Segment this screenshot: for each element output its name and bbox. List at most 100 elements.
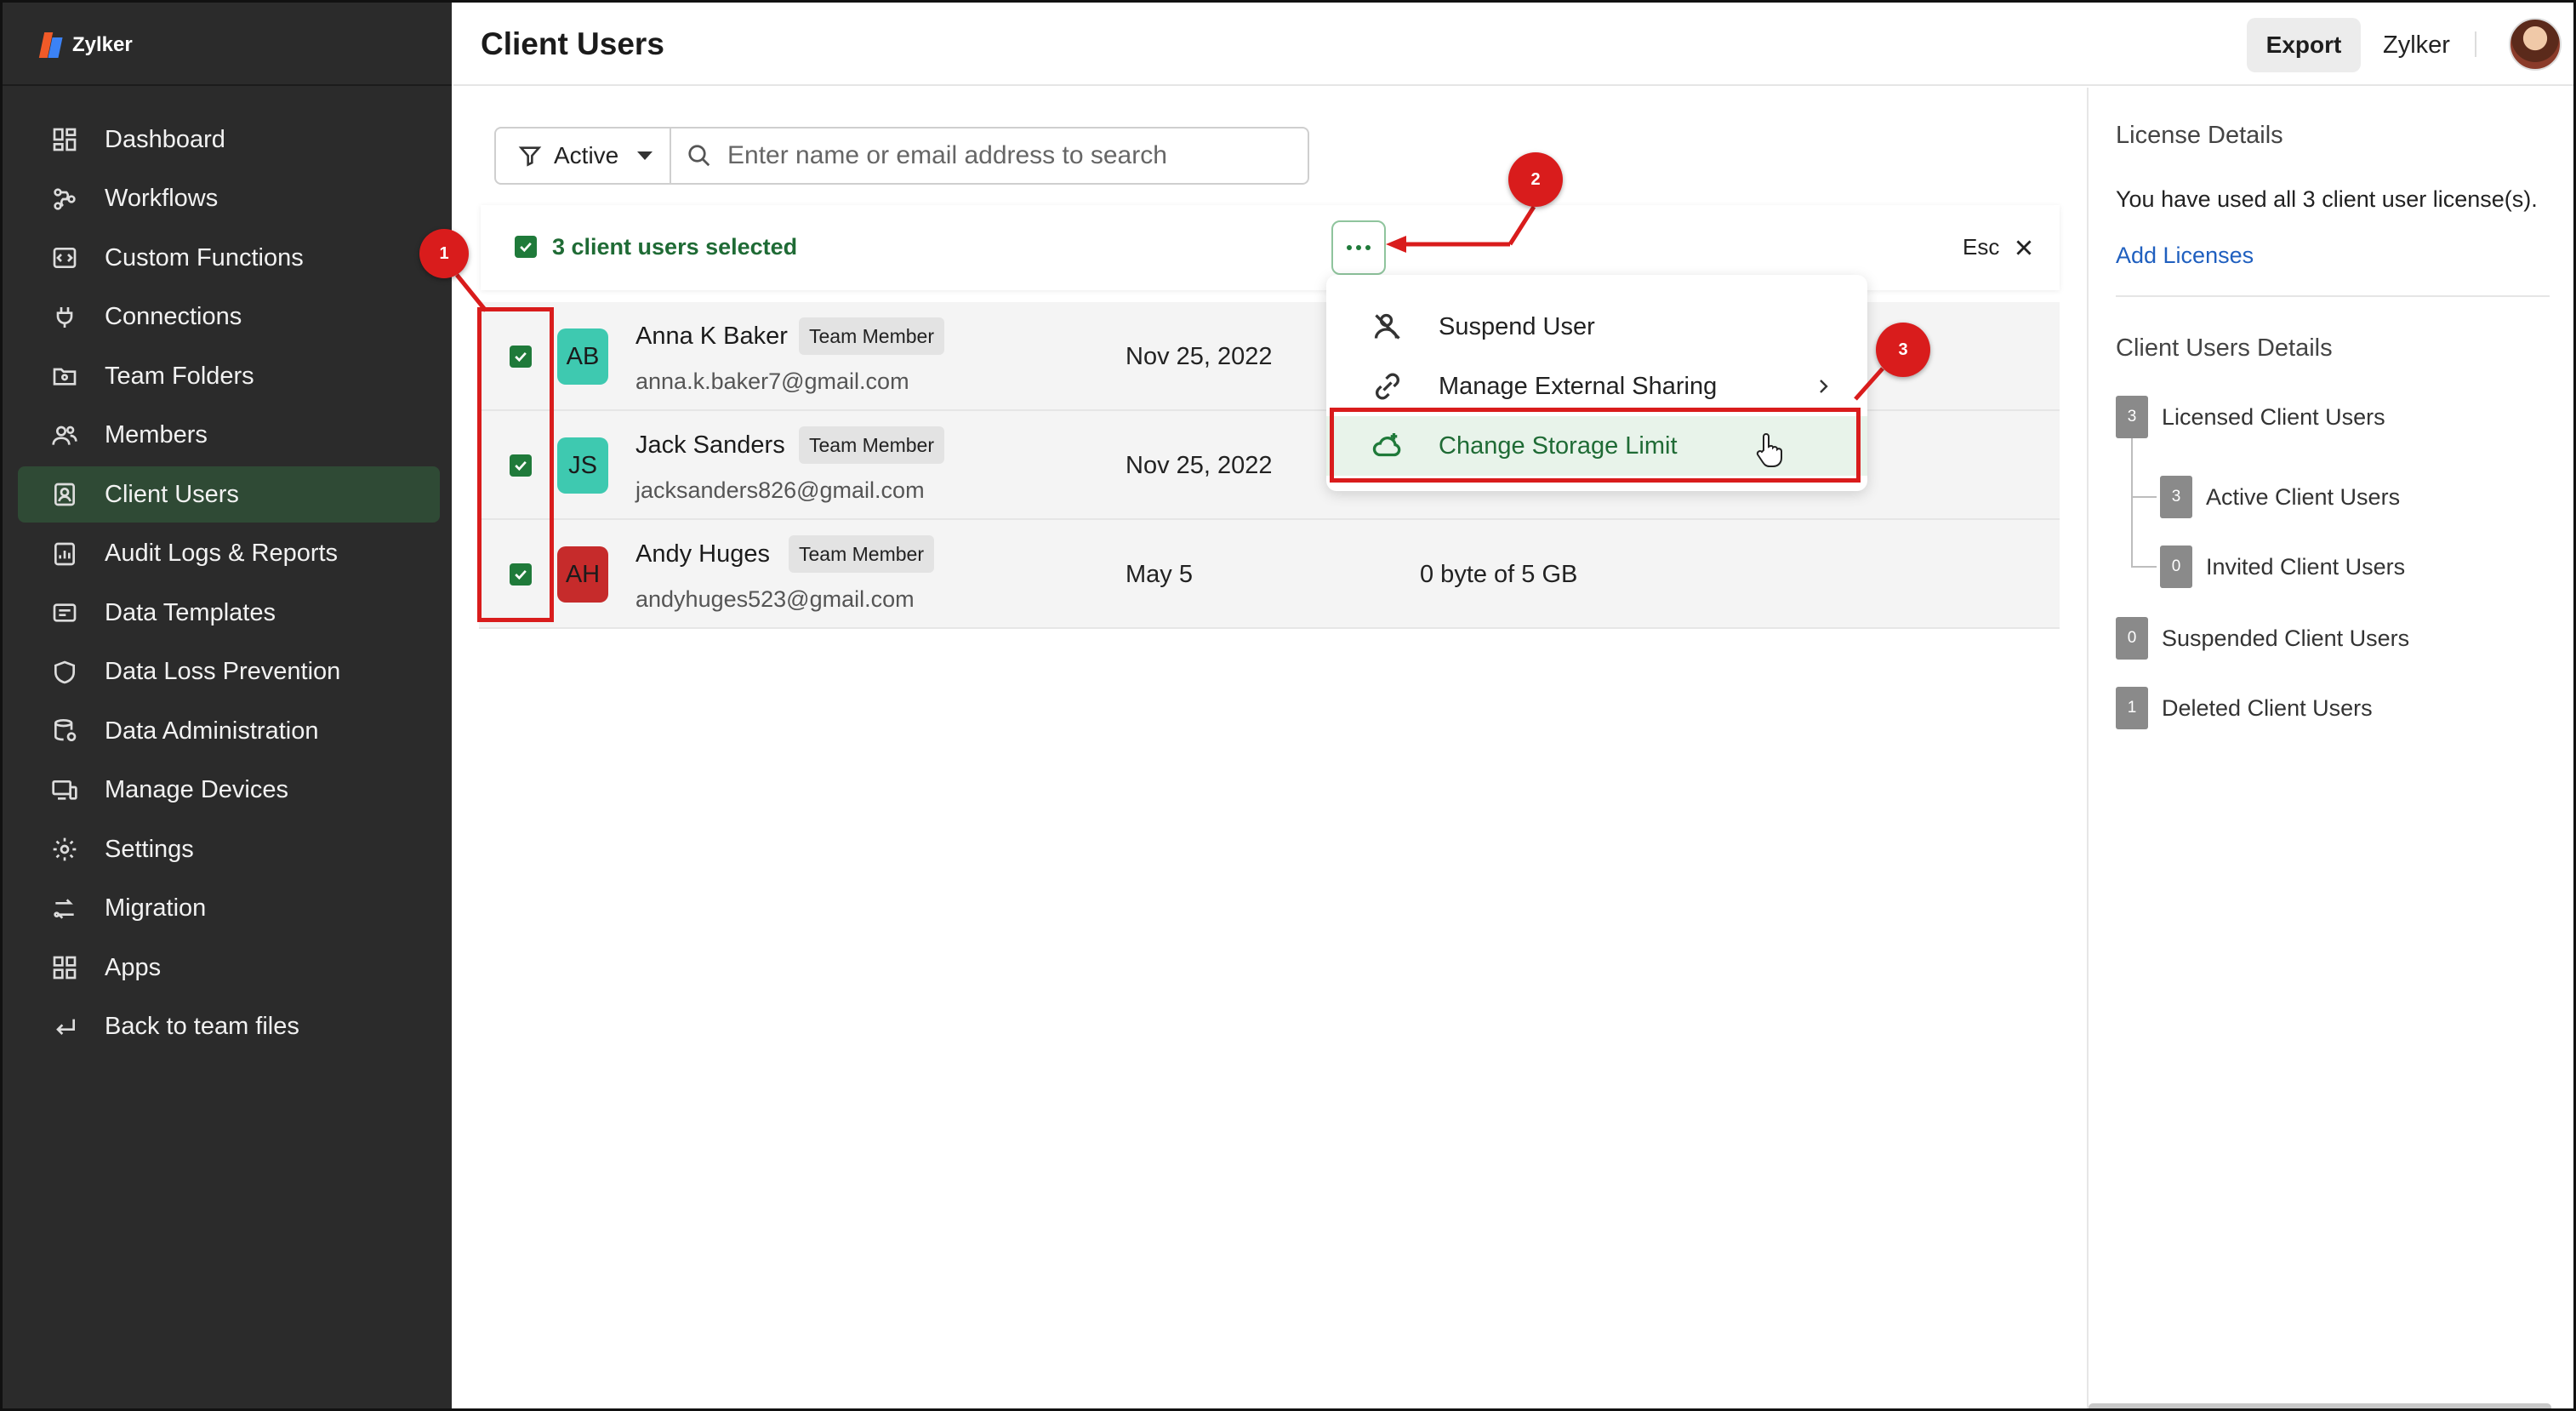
sidebar-item-members[interactable]: Members <box>18 408 440 464</box>
app-window: Zylker Dashboard Workflows Custom Function… <box>0 0 2576 1411</box>
suspend-user-icon <box>1371 310 1405 344</box>
annotation-marker-2: 2 <box>1508 152 1563 207</box>
sidebar-item-label: Manage Devices <box>105 776 288 803</box>
select-all-checkbox[interactable] <box>515 236 537 258</box>
annotation-marker-1: 1 <box>419 229 469 278</box>
sidebar-item-back-to-team-files[interactable]: Back to team files <box>18 999 440 1055</box>
stat-count: 0 <box>2116 617 2148 660</box>
client-details-heading: Client Users Details <box>2116 334 2333 362</box>
client-user-icon <box>50 480 79 509</box>
sidebar-item-label: Back to team files <box>105 1013 299 1040</box>
user-avatar[interactable] <box>2509 18 2562 71</box>
sidebar-item-dashboard[interactable]: Dashboard <box>18 111 440 168</box>
annotation-box-checkboxes <box>477 307 554 622</box>
sidebar-item-settings[interactable]: Settings <box>18 821 440 877</box>
apps-icon <box>50 953 79 982</box>
gear-icon <box>50 835 79 864</box>
org-switcher[interactable]: Zylker <box>2383 31 2450 60</box>
user-email: andyhuges523@gmail.com <box>635 586 915 612</box>
more-actions-button[interactable] <box>1331 220 1386 275</box>
tree-line <box>2131 496 2157 498</box>
sidebar-item-data-loss-prevention[interactable]: Data Loss Prevention <box>18 644 440 700</box>
annotation-box-change-storage <box>1330 408 1861 483</box>
sidebar-item-data-templates[interactable]: Data Templates <box>18 585 440 641</box>
horizontal-scrollbar[interactable] <box>2089 1403 2551 1408</box>
sidebar-nav: Dashboard Workflows Custom Functions Connec… <box>18 111 440 1058</box>
stat-count: 0 <box>2160 546 2192 588</box>
stat-suspended: 0 Suspended Client Users <box>2116 617 2409 660</box>
stat-label: Suspended Client Users <box>2162 625 2410 651</box>
sidebar-item-connections[interactable]: Connections <box>18 289 440 346</box>
user-name[interactable]: Jack Sanders <box>635 431 785 460</box>
code-icon <box>50 243 79 272</box>
sidebar-item-label: Data Loss Prevention <box>105 658 341 685</box>
more-dot <box>1365 245 1371 250</box>
brand-logo-icon <box>38 31 64 60</box>
sidebar-item-label: Team Folders <box>105 362 254 390</box>
esc-label: Esc <box>1963 234 2000 260</box>
close-icon <box>2016 239 2032 255</box>
migration-icon <box>50 894 79 923</box>
role-badge: Team Member <box>799 317 944 355</box>
clear-selection-button[interactable]: Esc <box>1963 234 2035 260</box>
members-icon <box>50 421 79 450</box>
stat-count: 1 <box>2116 687 2148 729</box>
sidebar-item-label: Migration <box>105 894 207 922</box>
sidebar-item-workflows[interactable]: Workflows <box>18 171 440 227</box>
menu-item-label: Manage External Sharing <box>1439 372 1718 400</box>
database-icon <box>50 717 79 745</box>
sidebar-item-label: Apps <box>105 953 162 981</box>
export-button[interactable]: Export <box>2247 18 2361 72</box>
stat-label: Deleted Client Users <box>2162 694 2373 721</box>
sidebar: Zylker Dashboard Workflows Custom Function… <box>3 3 452 1408</box>
user-storage: 0 byte of 5 GB <box>1420 561 1578 588</box>
chevron-right-icon <box>1813 375 1833 396</box>
status-filter-label: Active <box>554 142 619 169</box>
sidebar-item-label: Data Administration <box>105 717 319 745</box>
sidebar-item-client-users[interactable]: Client Users <box>18 466 440 523</box>
page-title: Client Users <box>481 26 664 61</box>
license-heading: License Details <box>2116 122 2283 149</box>
user-email: jacksanders826@gmail.com <box>635 477 925 503</box>
header-divider <box>2475 31 2476 57</box>
table-row[interactable]: AH Andy Huges Team Member andyhuges523@gmai… <box>479 520 2060 629</box>
sidebar-item-team-folders[interactable]: Team Folders <box>18 348 440 404</box>
menu-item-suspend-user[interactable]: Suspend User <box>1326 297 1867 357</box>
external-share-icon <box>1371 369 1405 403</box>
more-dot <box>1347 245 1352 250</box>
role-badge: Team Member <box>789 535 934 573</box>
search-box[interactable] <box>670 127 1309 185</box>
template-icon <box>50 598 79 627</box>
sidebar-item-label: Client Users <box>105 480 239 508</box>
selection-count: 3 client users selected <box>552 234 798 260</box>
stat-deleted: 1 Deleted Client Users <box>2116 687 2373 729</box>
sidebar-item-apps[interactable]: Apps <box>18 940 440 996</box>
sidebar-item-migration[interactable]: Migration <box>18 881 440 937</box>
sidebar-item-custom-functions[interactable]: Custom Functions <box>18 230 440 286</box>
caret-down-icon <box>637 151 653 160</box>
folder-icon <box>50 362 79 391</box>
sidebar-item-data-administration[interactable]: Data Administration <box>18 703 440 759</box>
panel-divider <box>2116 295 2550 297</box>
annotation-marker-3: 3 <box>1876 323 1930 377</box>
sidebar-item-label: Audit Logs & Reports <box>105 540 339 567</box>
user-avatar-initials: AB <box>557 328 608 385</box>
brand[interactable]: Zylker <box>38 28 133 62</box>
devices-icon <box>50 776 79 805</box>
add-licenses-link[interactable]: Add Licenses <box>2116 243 2254 269</box>
user-name[interactable]: Andy Huges <box>635 540 770 568</box>
menu-item-label: Suspend User <box>1439 312 1595 340</box>
status-filter-dropdown[interactable]: Active <box>494 127 671 185</box>
search-input[interactable] <box>727 141 1289 170</box>
user-email: anna.k.baker7@gmail.com <box>635 368 909 394</box>
sidebar-item-manage-devices[interactable]: Manage Devices <box>18 763 440 819</box>
sidebar-item-label: Dashboard <box>105 125 225 153</box>
user-date: May 5 <box>1126 561 1193 588</box>
license-text: You have used all 3 client user license(… <box>2116 186 2538 212</box>
stat-licensed: 3 Licensed Client Users <box>2116 396 2385 438</box>
user-name[interactable]: Anna K Baker <box>635 323 788 351</box>
sidebar-item-label: Data Templates <box>105 598 276 626</box>
brand-name: Zylker <box>72 33 133 56</box>
workflow-icon <box>50 185 79 214</box>
sidebar-item-audit-logs-reports[interactable]: Audit Logs & Reports <box>18 526 440 582</box>
